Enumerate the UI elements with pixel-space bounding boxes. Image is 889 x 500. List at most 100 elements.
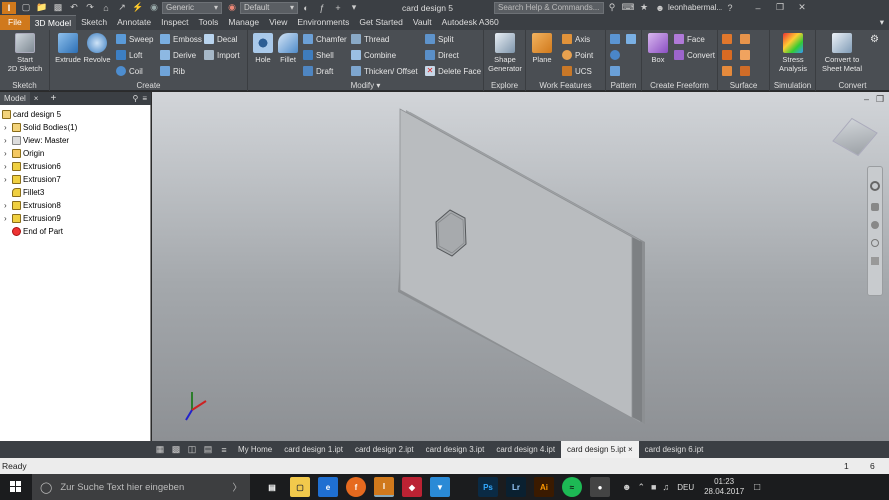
expand-icon[interactable]: › [4,214,12,223]
tree-item-solid-bodies[interactable]: › Solid Bodies(1) [4,121,77,133]
ucs-button[interactable]: UCS [562,65,592,77]
browser-tab-close-icon[interactable]: × [34,94,39,103]
rectangular-pattern-button[interactable] [610,33,623,45]
zoom-icon[interactable] [871,221,879,229]
decal-button[interactable]: Decal [204,33,237,45]
photoshop-app-icon[interactable]: Ps [478,477,498,497]
clear-appearance-icon[interactable]: ◐ [300,3,312,13]
close-tab-icon[interactable]: × [628,445,633,454]
extrude-button[interactable]: Extrude [53,33,83,64]
revolve-button[interactable]: Revolve [82,33,112,64]
import-button[interactable]: Import [204,49,240,61]
trim-button[interactable] [722,49,735,61]
browser-add-icon[interactable]: + [50,93,56,104]
save-icon[interactable]: ▩ [52,2,64,13]
illustrator-app-icon[interactable]: Ai [534,477,554,497]
plane-button[interactable]: Plane [528,33,556,64]
tab-sketch[interactable]: Sketch [76,15,112,30]
tree-item-extrusion6[interactable]: › Extrusion6 [4,160,61,172]
tray-up-icon[interactable]: ⌃ [637,482,645,493]
repair-button[interactable] [740,65,753,77]
stress-analysis-button[interactable]: Stress Analysis [772,33,814,73]
undo-icon[interactable]: ↶ [68,2,80,13]
appearance-dropdown[interactable]: Default ▾ [240,1,298,14]
expand-icon[interactable]: › [4,123,12,132]
tree-item-fillet3[interactable]: Fillet3 [12,186,44,198]
chamfer-button[interactable]: Chamfer [303,33,347,45]
orbit-icon[interactable] [871,239,879,247]
hole-button[interactable]: Hole [250,33,276,64]
doc-tab-card-design-3[interactable]: card design 3.ipt [420,441,491,458]
rib-button[interactable]: Rib [160,65,185,77]
user-icon[interactable]: ☻ [654,3,666,13]
graphics-viewport[interactable]: – ❐ [152,92,889,441]
stitch-button[interactable] [740,33,753,45]
axis-button[interactable]: Axis [562,33,590,45]
emboss-button[interactable]: Emboss [160,33,202,45]
tab-annotate[interactable]: Annotate [112,15,156,30]
tray-people-icon[interactable]: ☻ [622,482,631,492]
viewport-restore-icon[interactable]: ❐ [876,94,884,105]
redo-icon[interactable]: ↷ [84,2,96,13]
restore-icon[interactable]: ❐ [774,2,786,13]
pan-icon[interactable] [871,203,879,211]
open-icon[interactable]: 📁 [36,2,48,13]
browser-menu-icon[interactable]: ≡ [142,94,147,103]
doc-tab-card-design-6[interactable]: card design 6.ipt [639,441,710,458]
tree-item-view-master[interactable]: › View: Master [4,134,69,146]
tab-view[interactable]: View [264,15,292,30]
doc-tab-card-design-2[interactable]: card design 2.ipt [349,441,420,458]
app-red-icon[interactable]: ◆ [402,477,422,497]
help-icon[interactable]: ? [724,3,736,13]
tree-root[interactable]: card design 5 [2,108,61,120]
task-view-icon[interactable]: ▤ [262,477,282,497]
tile-windows-icon[interactable]: ▦ [154,444,166,455]
edge-app-icon[interactable]: e [318,477,338,497]
start-2d-sketch-button[interactable]: Start 2D Sketch [4,33,46,73]
sweep-button[interactable]: Sweep [116,33,153,45]
more-icon[interactable]: ▾ [348,2,360,13]
sketch-pattern-button[interactable] [610,65,623,77]
tab-environments[interactable]: Environments [292,15,354,30]
tree-item-extrusion9[interactable]: › Extrusion9 [4,212,61,224]
tab-vault[interactable]: Vault [408,15,437,30]
box-button[interactable]: Box [644,33,672,64]
microphone-icon[interactable]: 〉 [232,480,242,494]
expand-icon[interactable]: › [4,175,12,184]
tab-autodesk-a360[interactable]: Autodesk A360 [437,15,504,30]
tab-manage[interactable]: Manage [223,15,264,30]
home-icon[interactable]: ⌂ [100,3,112,13]
point-button[interactable]: Point [562,49,593,61]
tab-my-home[interactable]: My Home [232,441,278,458]
coil-button[interactable]: Coil [116,65,143,77]
tab-get-started[interactable]: Get Started [354,15,407,30]
minimize-icon[interactable]: – [752,3,764,13]
doc-tab-card-design-5[interactable]: card design 5.ipt × [561,441,639,458]
search-icon[interactable]: ⚲ [606,2,618,13]
ribbon-more-button[interactable]: ⚙ [870,33,879,45]
card-front-face[interactable] [399,108,633,419]
material-dropdown[interactable]: Generic ▾ [162,1,222,14]
lightroom-app-icon[interactable]: Lr [506,477,526,497]
delete-face-button[interactable]: ✕ Delete Face [425,65,481,77]
tray-network-icon[interactable]: ■ [651,482,656,492]
expand-icon[interactable]: › [4,149,12,158]
face-button[interactable]: Face [674,33,705,45]
tree-item-extrusion7[interactable]: › Extrusion7 [4,173,61,185]
inventor-app-icon[interactable]: I [374,477,394,497]
tab-inspect[interactable]: Inspect [156,15,193,30]
switch-window-icon[interactable]: ▤ [202,444,214,455]
plus-icon[interactable]: + [332,3,344,13]
ribbon-options-icon[interactable]: ▾ [875,15,889,30]
look-at-icon[interactable] [871,257,879,265]
browser-search-icon[interactable]: ⚲ [132,94,138,103]
tree-item-extrusion8[interactable]: › Extrusion8 [4,199,61,211]
direct-button[interactable]: Direct [425,49,459,61]
expand-icon[interactable]: › [4,201,12,210]
viewport-minimize-icon[interactable]: – [864,94,869,104]
loft-button[interactable]: Loft [116,49,142,61]
taskbar-search-box[interactable]: ◯ Zur Suche Text hier eingeben 〉 [32,474,250,500]
tab-tools[interactable]: Tools [194,15,224,30]
circular-pattern-button[interactable] [610,49,623,61]
steering-wheel-icon[interactable] [870,181,880,191]
